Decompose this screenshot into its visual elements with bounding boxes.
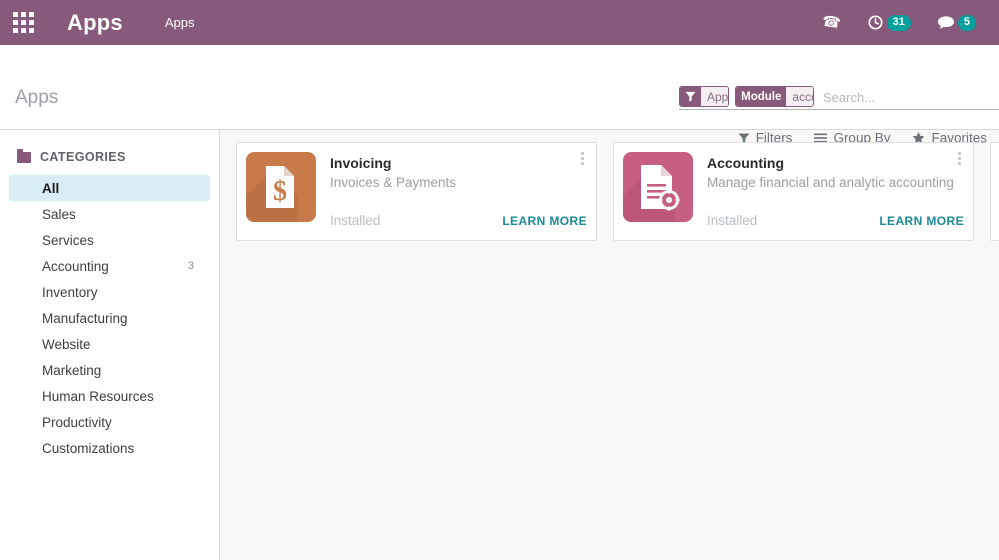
app-card-invoicing[interactable]: $ Invoicing Invoices & Payments Installe…	[236, 142, 597, 241]
filter-funnel-icon	[680, 87, 701, 106]
sidebar-item-customizations[interactable]: Customizations	[9, 435, 210, 461]
svg-text:$: $	[273, 176, 287, 207]
apps-card-row: $ Invoicing Invoices & Payments Installe…	[236, 142, 999, 241]
categories-header-label: CATEGORIES	[40, 150, 126, 164]
sidebar-item-services[interactable]: Services	[9, 227, 210, 253]
messaging-menu-button[interactable]: 5	[924, 0, 989, 45]
sidebar-item-human-resources[interactable]: Human Resources	[9, 383, 210, 409]
app-summary: Manage financial and analytic accounting	[707, 175, 954, 190]
control-panel: Apps Apps ✖ Module account ✖	[0, 45, 999, 146]
apps-menu-button[interactable]	[0, 0, 46, 45]
sidebar-item-productivity[interactable]: Productivity	[9, 409, 210, 435]
search-input[interactable]	[820, 86, 999, 108]
activity-count-badge: 31	[886, 14, 911, 31]
app-card-footer: Installed LEARN MORE	[707, 213, 964, 228]
sidebar-item-all[interactable]: All	[9, 175, 210, 201]
messaging-count-badge: 5	[957, 14, 976, 31]
app-name: Invoicing	[330, 155, 392, 171]
sidebar-item-label: Website	[42, 336, 91, 352]
learn-more-button[interactable]: LEARN MORE	[879, 214, 964, 228]
navbar-right-tools: ☎ 31 5	[809, 0, 989, 45]
sidebar-item-website[interactable]: Website	[9, 331, 210, 357]
invoice-dollar-document-icon: $	[246, 152, 316, 222]
app-install-state: Installed	[707, 213, 758, 228]
app-card-body: Accounting Manage financial and analytic…	[693, 152, 964, 231]
breadcrumb: Apps	[165, 15, 195, 30]
app-card-partial[interactable]	[990, 142, 999, 241]
sidebar-item-label: Services	[42, 232, 94, 248]
kebab-menu-icon[interactable]	[953, 150, 965, 166]
app-name: Accounting	[707, 155, 784, 171]
app-summary: Invoices & Payments	[330, 175, 457, 190]
phone-icon: ☎	[820, 12, 842, 33]
app-card-footer: Installed LEARN MORE	[330, 213, 587, 228]
sidebar-item-label: Sales	[42, 206, 76, 222]
facet-value-text: Apps	[707, 89, 729, 104]
search-facet-apps[interactable]: Apps ✖	[679, 86, 730, 107]
breadcrumb-item-apps[interactable]: Apps	[165, 15, 195, 30]
sidebar-item-inventory[interactable]: Inventory	[9, 279, 210, 305]
app-card-accounting[interactable]: Accounting Manage financial and analytic…	[613, 142, 974, 241]
facet-value-text: account	[792, 89, 813, 104]
categories-header: CATEGORIES	[0, 143, 219, 171]
sidebar-item-label: All	[42, 180, 60, 196]
search-facet-module-value[interactable]: account ✖	[786, 87, 814, 106]
app-install-state: Installed	[330, 213, 381, 228]
categories-list: All Sales Services Accounting 3 Inventor…	[0, 175, 219, 461]
sidebar-item-label: Accounting	[42, 258, 109, 274]
sidebar-item-label: Manufacturing	[42, 310, 128, 326]
learn-more-button[interactable]: LEARN MORE	[502, 214, 587, 228]
search-facet-apps-value[interactable]: Apps ✖	[701, 87, 729, 106]
sidebar-item-label: Human Resources	[42, 388, 154, 404]
kebab-menu-icon[interactable]	[576, 150, 588, 166]
clock-icon	[868, 15, 883, 30]
sidebar-item-label: Productivity	[42, 414, 112, 430]
phone-button[interactable]: ☎	[809, 0, 854, 45]
categories-sidebar: CATEGORIES All Sales Services Accounting…	[0, 130, 220, 560]
sidebar-item-accounting[interactable]: Accounting 3	[9, 253, 210, 279]
search-facet-module-label: Module	[736, 87, 787, 106]
sidebar-item-sales[interactable]: Sales	[9, 201, 210, 227]
app-body: CATEGORIES All Sales Services Accounting…	[0, 130, 999, 560]
sidebar-item-label: Inventory	[42, 284, 98, 300]
brand-title[interactable]: Apps	[67, 10, 123, 36]
activity-menu-button[interactable]: 31	[854, 0, 924, 45]
sidebar-item-marketing[interactable]: Marketing	[9, 357, 210, 383]
search-facet-module[interactable]: Module account ✖	[735, 86, 814, 107]
folder-icon	[17, 148, 31, 163]
sidebar-item-label: Marketing	[42, 362, 102, 378]
chat-bubble-icon	[937, 16, 954, 29]
document-gear-icon	[623, 152, 693, 222]
page-title: Apps	[15, 87, 59, 108]
search-view[interactable]: Apps ✖ Module account ✖	[679, 86, 999, 110]
top-navbar: Apps Apps ☎ 31 5	[0, 0, 999, 45]
apps-kanban-area: $ Invoicing Invoices & Payments Installe…	[220, 130, 999, 560]
sidebar-item-label: Customizations	[42, 440, 135, 456]
grid-icon	[12, 12, 34, 33]
sidebar-item-count: 3	[187, 260, 194, 272]
app-card-body: Invoicing Invoices & Payments Installed …	[316, 152, 587, 231]
sidebar-item-manufacturing[interactable]: Manufacturing	[9, 305, 210, 331]
